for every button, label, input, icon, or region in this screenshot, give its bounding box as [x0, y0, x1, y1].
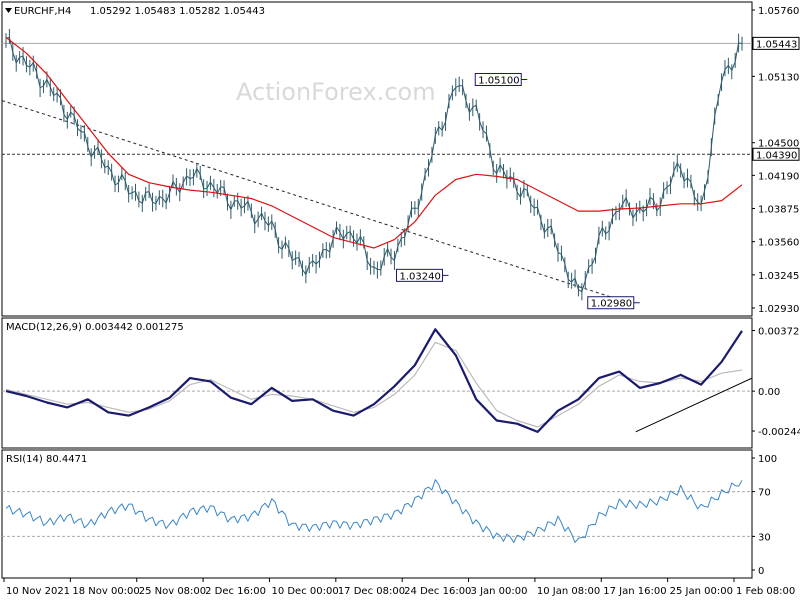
- macd-line: [5, 328, 743, 433]
- x-tick-label: 24 Dec 16:00: [404, 586, 471, 597]
- rsi-line: [5, 479, 743, 543]
- price-y-tick-label: 1.05760: [758, 6, 799, 17]
- price-panel: 1.057601.051301.045001.041901.038751.035…: [1, 6, 800, 315]
- dropdown-arrow-icon[interactable]: [5, 8, 12, 13]
- level-label: 1.04390: [756, 150, 797, 161]
- price-header: EURCHF,H4 1.05292 1.05483 1.05282 1.0544…: [5, 6, 265, 17]
- macd-y-tick-label: -0.002449: [758, 427, 800, 438]
- rsi-y-tick-label: 30: [758, 532, 771, 543]
- x-tick-label: 10 Nov 2021: [6, 586, 70, 597]
- chart-svg: 1.057601.051301.045001.041901.038751.035…: [1, 1, 800, 597]
- macd-y-tick-label: 0.003722: [758, 327, 800, 338]
- rsi-y-tick-label: 70: [758, 488, 771, 499]
- chart-root: 1.05760 1.05130 1.04500 1.04190 1.03875 1.035…: [0, 0, 800, 600]
- macd-panel-frame: [1, 317, 753, 449]
- rsi-panel: 100 70 30 0: [2, 454, 777, 577]
- price-y-tick-label: 1.03560: [758, 238, 799, 249]
- price-y-tick-label: 1.02930: [758, 304, 799, 315]
- x-tick-label: 10 Jan 08:00: [537, 586, 600, 597]
- price-y-tick-label: 1.05130: [758, 72, 799, 83]
- x-tick-label: 18 Nov 00:00: [72, 586, 139, 597]
- x-tick-label: 2 Dec 16:00: [205, 586, 266, 597]
- price-line: [5, 36, 743, 293]
- rsi-y-tick-label: 0: [758, 566, 764, 577]
- price-y-tick-label: 1.04190: [758, 171, 799, 182]
- price-y-tick-label: 1.03245: [758, 271, 799, 282]
- ohlc-label: 1.05292 1.05483 1.05282 1.05443: [90, 6, 265, 17]
- annotation-label: 1.05100: [478, 75, 519, 86]
- x-tick-label: 1 Feb 08:00: [736, 586, 795, 597]
- rsi-panel-frame: [1, 449, 753, 579]
- rsi-title: RSI(14) 80.4471: [6, 454, 87, 465]
- watermark: ActionForex.com: [236, 78, 436, 106]
- x-tick-label: 25 Jan 00:00: [670, 586, 733, 597]
- macd-trendline: [635, 377, 753, 433]
- x-tick-label: 17 Dec 08:00: [338, 586, 405, 597]
- price-y-tick-label: 1.03875: [758, 204, 799, 215]
- annotation-label: 1.02980: [591, 299, 632, 310]
- x-tick-label: 25 Nov 08:00: [139, 586, 206, 597]
- macd-panel: 0.003722 0.00 -0.002449: [2, 327, 800, 438]
- symbol-label: EURCHF,H4: [14, 6, 71, 17]
- x-tick-label: 17 Jan 16:00: [603, 586, 666, 597]
- annotation-label: 1.03240: [400, 271, 441, 282]
- x-axis: 10 Nov 2021 18 Nov 00:0025 Nov 08:002 Dec…: [3, 578, 795, 597]
- macd-y-tick-label: 0.00: [758, 387, 780, 398]
- macd-title: MACD(12,26,9) 0.003442 0.001275: [6, 322, 184, 333]
- level-label: 1.05443: [756, 39, 797, 50]
- rsi-y-tick-label: 100: [758, 454, 777, 465]
- x-tick-label: 10 Dec 00:00: [271, 586, 338, 597]
- x-tick-label: 3 Jan 00:00: [471, 586, 528, 597]
- moving-average-line: [5, 36, 743, 249]
